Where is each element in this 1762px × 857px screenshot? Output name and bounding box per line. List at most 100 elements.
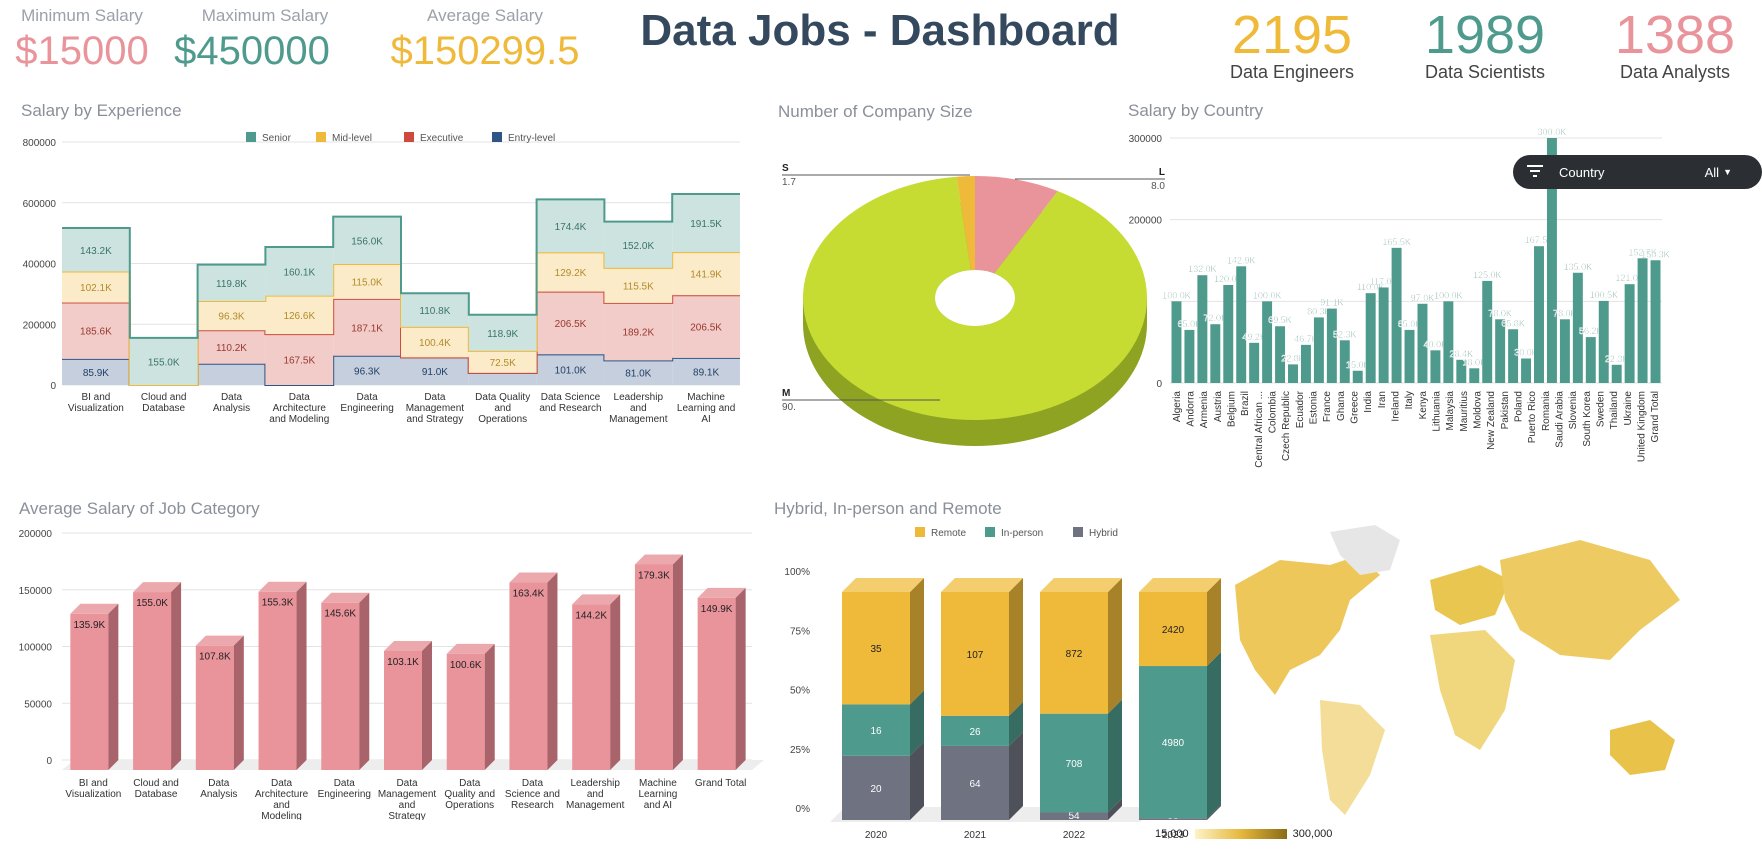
data-label: 91.0K [422, 367, 448, 378]
bar [572, 604, 611, 770]
bar-side [484, 643, 495, 770]
bar-side [910, 578, 924, 705]
x-tick-label: Saudi Arabia [1555, 391, 1566, 448]
data-label: 149.9K [701, 604, 733, 615]
bar [70, 613, 109, 770]
x-tick-label: Moldova [1473, 391, 1484, 429]
data-label: 100.4K [419, 338, 451, 349]
chevron-down-icon[interactable]: ▼ [1723, 167, 1732, 177]
x-tick-label: Data Architecture and Modeling [269, 392, 329, 425]
x-tick-label: Data Quality and Operations [475, 392, 530, 425]
bar [1365, 293, 1376, 383]
y-tick-label: 200000 [19, 529, 53, 540]
x-tick-label: Thailand [1609, 391, 1620, 429]
bar-side [1009, 731, 1023, 820]
kpi-value: $450000 [174, 29, 330, 73]
filter-value[interactable]: All [1705, 165, 1719, 180]
kpi-label: Minimum Salary [21, 6, 143, 25]
x-tick-label: India [1363, 391, 1374, 413]
x-tick-label: Brazil [1240, 391, 1251, 416]
x-tick-label: Iran [1377, 391, 1388, 408]
bar-side [1108, 578, 1122, 714]
data-label: 179.3K [638, 570, 670, 581]
data-label: 708 [1066, 759, 1083, 770]
kpi-value: $150299.5 [390, 29, 580, 73]
bar [1300, 344, 1311, 383]
legend-label: Remote [931, 528, 966, 539]
data-label: 141.9K [690, 270, 722, 281]
data-label: 206.5K [555, 319, 587, 330]
experience-chart: 800000 600000 400000 200000 0 Senior Mid-level… [23, 132, 740, 425]
slice-name: M [782, 388, 790, 399]
data-label: 89.1K [693, 367, 719, 378]
bar-top [1139, 578, 1221, 592]
bar [1404, 329, 1415, 383]
data-label: 101.0K [555, 366, 587, 377]
y-tick-label: 200000 [1129, 216, 1163, 227]
map-region-asia [1500, 540, 1680, 660]
y-tick-label: 400000 [23, 260, 57, 271]
map-legend: 15,000 300,000 [1155, 828, 1332, 840]
headcount-value: 1388 [1614, 5, 1736, 65]
bar [1559, 319, 1570, 383]
legend-swatch [1073, 527, 1083, 537]
legend-label: Hybrid [1089, 528, 1118, 539]
country-filter[interactable]: Country All ▼ [1513, 155, 1762, 189]
x-tick-label: Poland [1514, 391, 1525, 422]
data-label: 100.0K [1162, 290, 1191, 300]
data-label: 107.8K [199, 652, 231, 663]
data-label: 69.5K [1268, 315, 1292, 325]
data-label: 96.3K [218, 312, 244, 323]
y-tick-label: 150000 [19, 586, 53, 597]
bar-side [233, 635, 244, 770]
data-label: 135.9K [74, 620, 106, 631]
y-tick-label: 200000 [23, 320, 57, 331]
bar [1482, 280, 1493, 383]
x-tick-label: Austria [1213, 391, 1224, 423]
data-label: 156.0K [351, 236, 383, 247]
bar [1521, 358, 1532, 383]
x-tick-label: Data Architecture and Modeling [255, 778, 309, 820]
bar [321, 602, 360, 770]
map-legend-max: 300,000 [1292, 828, 1333, 840]
x-tick-label: Ecuador [1295, 390, 1306, 428]
chart-title-country: Salary by Country [1128, 101, 1264, 120]
bar-side [547, 572, 558, 770]
x-tick-label: South Korea [1582, 391, 1593, 447]
bar [1236, 266, 1247, 383]
data-label: 78.0K [1488, 308, 1512, 318]
y-tick-label: 0% [796, 804, 811, 815]
legend-swatch [915, 527, 925, 537]
x-tick-label: Machine Learning and AI [677, 392, 735, 425]
x-tick-label: Puerto Rico [1527, 391, 1538, 444]
bar [1534, 246, 1544, 383]
data-label: 96.3K [354, 366, 380, 377]
data-label: 132.0K [1188, 264, 1217, 274]
y-tick-label: 100% [784, 567, 810, 578]
bar [446, 653, 485, 770]
bar [1197, 275, 1208, 383]
x-tick-label: Machine Learning and AI [638, 778, 677, 811]
x-tick-label: 2020 [865, 830, 888, 841]
y-tick-label: 600000 [23, 199, 57, 210]
bar [1585, 337, 1596, 383]
x-tick-label: Data Engineering [340, 392, 393, 414]
data-label: 107 [967, 650, 984, 661]
data-label: 54 [1068, 811, 1080, 822]
legend-label: Executive [420, 133, 464, 144]
x-tick-label: Grand Total [695, 778, 747, 789]
x-tick-label: Armenia [1199, 391, 1210, 429]
bar-side [171, 582, 182, 770]
data-label: 872 [1066, 649, 1083, 660]
x-tick-label: Ireland [1391, 391, 1402, 422]
x-tick-label: Mauritius [1459, 391, 1470, 432]
data-label: 65.8K [1501, 318, 1525, 328]
bar-side [1108, 699, 1122, 813]
bar [1430, 350, 1441, 383]
bar-top [941, 578, 1023, 592]
bar-side [672, 554, 683, 770]
data-label: 152.0K [622, 241, 654, 252]
data-label: 85.9K [83, 368, 109, 379]
x-tick-label: Greece [1350, 391, 1361, 424]
x-tick-label: Kenya [1418, 391, 1429, 420]
